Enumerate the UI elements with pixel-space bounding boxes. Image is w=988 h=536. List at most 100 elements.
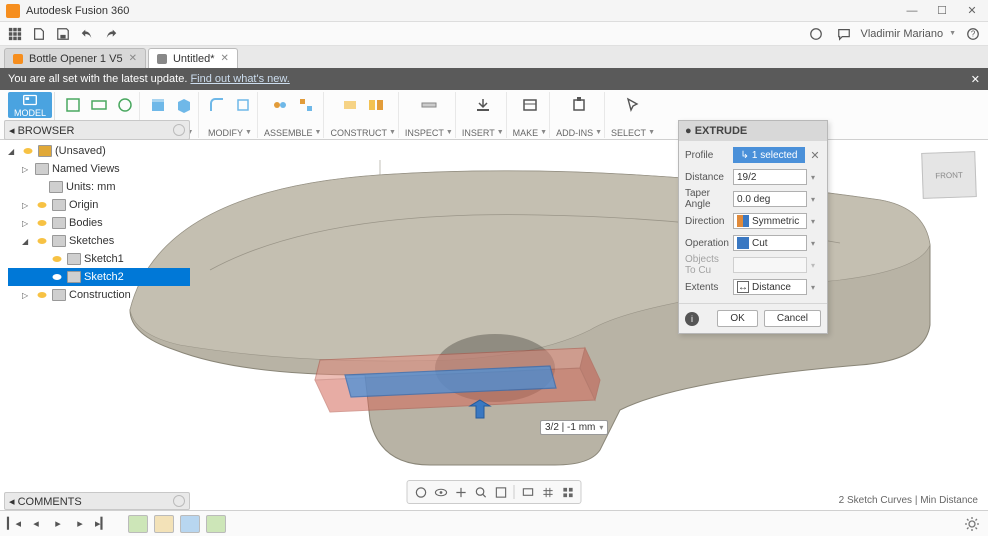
workspace-switcher[interactable]: MODEL <box>8 92 52 118</box>
pin-icon[interactable] <box>173 495 185 507</box>
tree-sketch1[interactable]: Sketch1 <box>8 250 190 268</box>
zoom-icon[interactable] <box>472 483 490 501</box>
sketch-circle-icon[interactable] <box>113 92 137 118</box>
quick-access-bar: Vladimir Mariano ▼ ? <box>0 22 988 46</box>
file-icon <box>157 54 167 64</box>
viewport-icon[interactable] <box>559 483 577 501</box>
group-label-assemble[interactable]: ASSEMBLE▼ <box>264 128 321 138</box>
tree-bodies[interactable]: ▷Bodies <box>8 214 190 232</box>
grid-toggle-icon[interactable] <box>539 483 557 501</box>
extrude-icon[interactable] <box>146 92 170 118</box>
group-label-addins[interactable]: ADD-INS▼ <box>556 128 602 138</box>
chevron-down-icon[interactable]: ▾ <box>811 173 821 182</box>
group-label-select[interactable]: SELECT▼ <box>611 128 655 138</box>
timeline-feature[interactable] <box>206 515 226 533</box>
dialog-title[interactable]: ● EXTRUDE <box>679 121 827 141</box>
browser-panel: ◂ BROWSER ◢(Unsaved) ▷Named Views Units:… <box>4 120 190 304</box>
fillet-icon[interactable] <box>205 92 229 118</box>
banner-link[interactable]: Find out what's new. <box>190 73 289 85</box>
direction-select[interactable]: Symmetric <box>733 213 807 229</box>
timeline-feature[interactable] <box>180 515 200 533</box>
title-bar: Autodesk Fusion 360 — ☐ ✕ <box>0 0 988 22</box>
group-label-insert[interactable]: INSERT▼ <box>462 128 504 138</box>
distance-input[interactable]: 19/2 <box>733 169 807 185</box>
chevron-down-icon[interactable]: ▾ <box>811 195 821 204</box>
box-icon[interactable] <box>172 92 196 118</box>
timeline-feature[interactable] <box>154 515 174 533</box>
timeline-play-icon[interactable]: ▸ <box>50 516 66 532</box>
pan-icon[interactable] <box>452 483 470 501</box>
plane-icon[interactable] <box>338 92 362 118</box>
tab-file-1[interactable]: Bottle Opener 1 V5 ✕ <box>4 48 146 68</box>
timeline-start-icon[interactable]: ▎◂ <box>6 516 22 532</box>
timeline-end-icon[interactable]: ▸▎ <box>94 516 110 532</box>
close-icon[interactable]: ✕ <box>971 73 980 86</box>
measure-icon[interactable] <box>417 92 441 118</box>
maximize-button[interactable]: ☐ <box>932 4 952 17</box>
select-icon[interactable] <box>621 92 645 118</box>
group-label-inspect[interactable]: INSPECT▼ <box>405 128 453 138</box>
close-button[interactable]: ✕ <box>962 4 982 17</box>
sketch-line-icon[interactable] <box>61 92 85 118</box>
dimension-input[interactable]: 3/2 | -1 mm▾ <box>540 420 608 435</box>
timeline-feature[interactable] <box>128 515 148 533</box>
profile-selector[interactable]: ↳ 1 selected <box>733 147 805 163</box>
make-icon[interactable] <box>518 92 542 118</box>
redo-icon[interactable] <box>100 24 122 44</box>
pin-icon[interactable] <box>173 124 185 136</box>
display-icon[interactable] <box>519 483 537 501</box>
joint-icon[interactable] <box>268 92 292 118</box>
group-label-construct[interactable]: CONSTRUCT▼ <box>330 128 395 138</box>
file-icon[interactable] <box>28 24 50 44</box>
addins-icon[interactable] <box>567 92 591 118</box>
close-icon[interactable]: ✕ <box>129 53 137 64</box>
ok-button[interactable]: OK <box>717 310 757 327</box>
tree-construction[interactable]: ▷Construction <box>8 286 190 304</box>
tree-named-views[interactable]: ▷Named Views <box>8 160 190 178</box>
save-icon[interactable] <box>52 24 74 44</box>
tab-file-2[interactable]: Untitled* ✕ <box>148 48 238 68</box>
axis-icon[interactable] <box>364 92 388 118</box>
timeline-prev-icon[interactable]: ◂ <box>28 516 44 532</box>
chat-icon[interactable] <box>833 24 855 44</box>
view-cube[interactable]: FRONT <box>921 151 977 199</box>
chevron-down-icon[interactable]: ▼ <box>949 30 956 37</box>
assemble-icon[interactable] <box>294 92 318 118</box>
timeline-next-icon[interactable]: ▸ <box>72 516 88 532</box>
tree-sketches[interactable]: ◢Sketches <box>8 232 190 250</box>
insert-icon[interactable] <box>471 92 495 118</box>
clear-selection-icon[interactable]: ✕ <box>809 149 821 162</box>
tree-origin[interactable]: ▷Origin <box>8 196 190 214</box>
operation-select[interactable]: Cut <box>733 235 807 251</box>
comments-panel[interactable]: ◂ COMMENTS <box>4 492 190 510</box>
close-icon[interactable]: ✕ <box>221 53 229 64</box>
orbit-icon[interactable] <box>412 483 430 501</box>
chevron-down-icon[interactable]: ▾ <box>811 217 821 226</box>
press-pull-icon[interactable] <box>231 92 255 118</box>
fit-icon[interactable] <box>492 483 510 501</box>
chevron-down-icon[interactable]: ▾ <box>811 283 821 292</box>
tree-sketch2[interactable]: Sketch2 <box>8 268 190 286</box>
group-label-modify[interactable]: MODIFY▼ <box>208 128 252 138</box>
user-menu[interactable]: Vladimir Mariano <box>861 28 944 40</box>
tree-root[interactable]: ◢(Unsaved) <box>8 142 190 160</box>
help-icon[interactable]: ? <box>962 24 984 44</box>
tree-units[interactable]: Units: mm <box>8 178 190 196</box>
banner-text: You are all set with the latest update. <box>8 73 187 85</box>
undo-icon[interactable] <box>76 24 98 44</box>
taper-input[interactable]: 0.0 deg <box>733 191 807 207</box>
extents-select[interactable]: ↔Distance <box>733 279 807 295</box>
look-icon[interactable] <box>432 483 450 501</box>
sketch-rect-icon[interactable] <box>87 92 111 118</box>
browser-header[interactable]: ◂ BROWSER <box>4 120 190 140</box>
chevron-down-icon[interactable]: ▾ <box>811 239 821 248</box>
settings-icon[interactable] <box>964 516 980 532</box>
extents-label: Extents <box>685 282 729 293</box>
grid-icon[interactable] <box>4 24 26 44</box>
group-label-make[interactable]: MAKE▼ <box>513 128 547 138</box>
cancel-button[interactable]: Cancel <box>764 310 821 327</box>
minimize-button[interactable]: — <box>902 5 922 17</box>
extrude-dialog[interactable]: ● EXTRUDE Profile ↳ 1 selected ✕ Distanc… <box>678 120 828 334</box>
info-icon[interactable]: i <box>685 312 699 326</box>
notes-icon[interactable] <box>805 24 827 44</box>
